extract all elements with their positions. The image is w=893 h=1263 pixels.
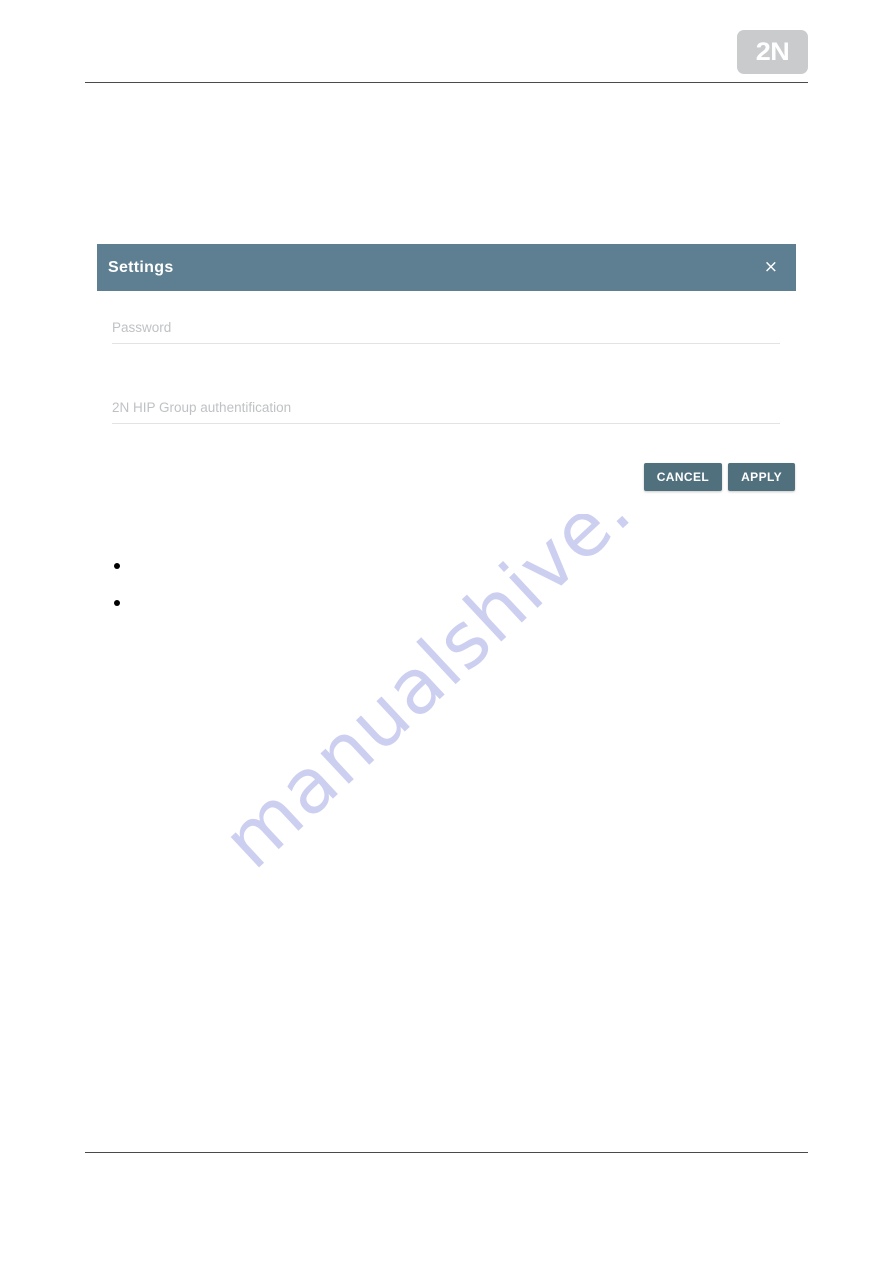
hip-group-authentification-field-group xyxy=(112,400,780,424)
2n-logo-icon: 2N xyxy=(737,30,808,74)
dialog-actions: CANCEL APPLY xyxy=(643,463,795,491)
password-input[interactable] xyxy=(112,320,780,344)
settings-dialog: Settings × CANCEL APPLY xyxy=(97,244,796,514)
bullet-list xyxy=(96,548,120,622)
logo-text: 2N xyxy=(755,37,790,66)
dialog-header: Settings × xyxy=(97,244,796,291)
dialog-title: Settings xyxy=(108,258,174,276)
hip-group-authentification-input[interactable] xyxy=(112,400,780,424)
document-page: 2N manualshive.com Settings × CANCEL APP… xyxy=(0,0,893,1263)
footer-divider xyxy=(85,1152,808,1153)
cancel-button[interactable]: CANCEL xyxy=(643,463,723,491)
dialog-body: CANCEL APPLY xyxy=(97,291,796,514)
password-field-group xyxy=(112,320,780,344)
header-divider xyxy=(85,82,808,83)
apply-button[interactable]: APPLY xyxy=(728,463,795,491)
close-icon[interactable]: × xyxy=(762,255,780,280)
